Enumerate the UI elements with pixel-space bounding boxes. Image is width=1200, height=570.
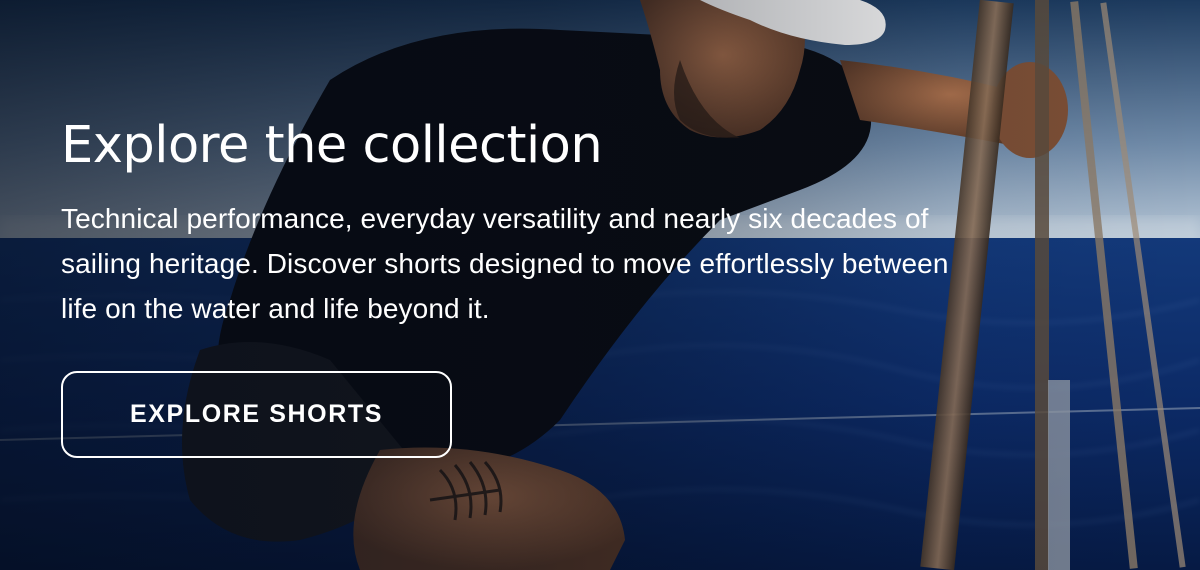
hero-banner: Explore the collection Technical perform… — [0, 0, 1200, 570]
hero-title: Explore the collection — [61, 116, 603, 175]
explore-shorts-button[interactable]: EXPLORE SHORTS — [61, 371, 452, 458]
hero-description: Technical performance, everyday versatil… — [61, 203, 949, 324]
explore-shorts-button-label: EXPLORE SHORTS — [130, 400, 383, 428]
hero-content: Explore the collection Technical perform… — [61, 114, 1021, 331]
